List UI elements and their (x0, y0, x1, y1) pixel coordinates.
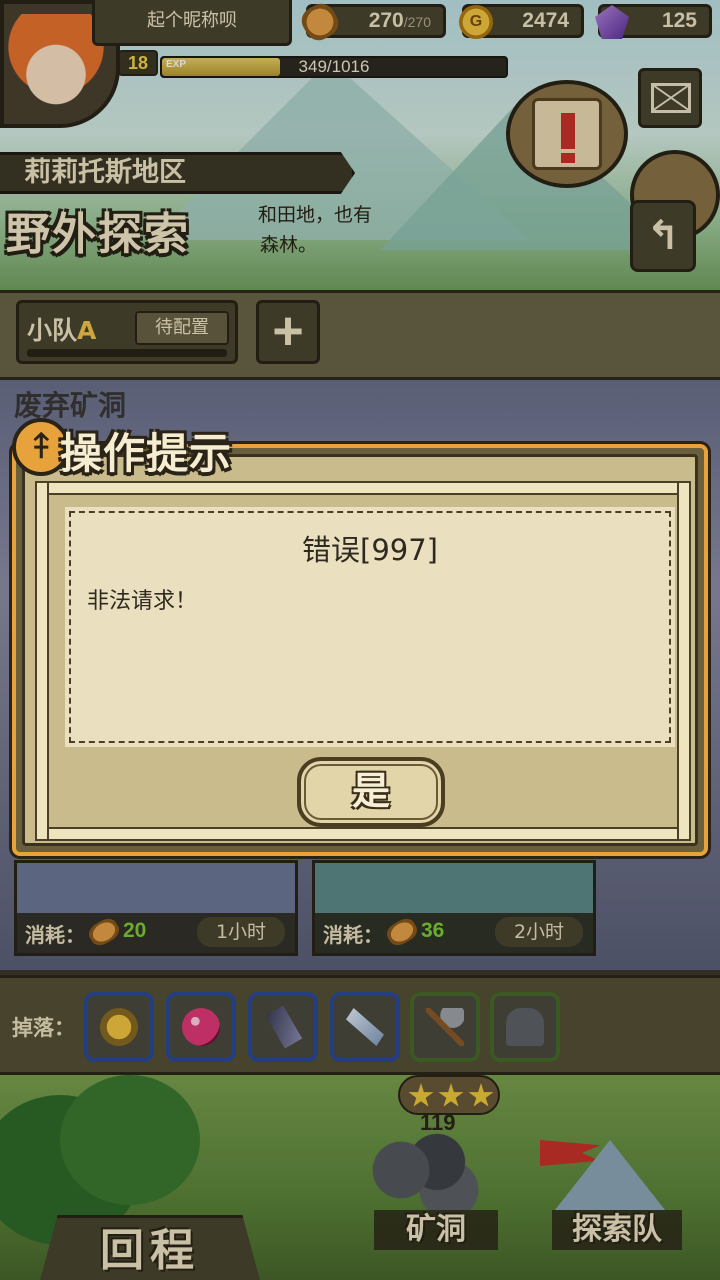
operation-tip-dialog: 错误[997] 非法请求！ 是 ⤉ 操作提示 (12, 418, 708, 856)
error-title: 错误[997] (302, 533, 438, 567)
confirm-button[interactable]: 是 (297, 757, 445, 827)
error-message: 非法请求！ (87, 589, 198, 614)
frame-rail (35, 827, 691, 841)
frame-rail (35, 481, 691, 495)
frame-rail (35, 481, 49, 841)
dialog-title: 操作提示 (60, 429, 233, 478)
message-paper: 错误[997] 非法请求！ (69, 511, 671, 743)
frame-rail (677, 481, 691, 841)
dialog-body: 错误[997] 非法请求！ 是 (22, 454, 698, 846)
